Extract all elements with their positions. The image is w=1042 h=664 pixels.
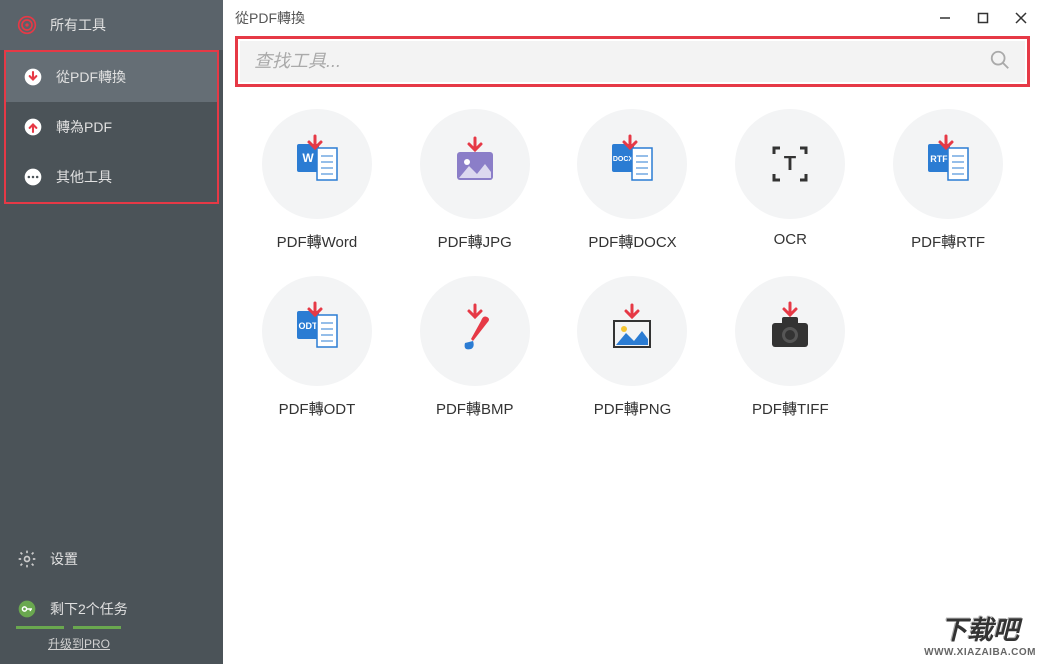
main-panel: 從PDF轉換 W	[223, 0, 1042, 664]
tool-ocr[interactable]: T OCR	[716, 109, 864, 252]
sidebar-item-to-pdf[interactable]: 轉為PDF	[6, 102, 217, 152]
tool-label: PDF轉TIFF	[752, 398, 829, 419]
gear-icon	[16, 548, 38, 570]
tool-pdf-to-odt[interactable]: ODT PDF轉ODT	[243, 276, 391, 419]
docx-doc-icon: DOCX	[602, 134, 662, 194]
sidebar-item-label: 其他工具	[56, 167, 112, 187]
watermark-text: 下载吧	[924, 610, 1036, 647]
sidebar-item-from-pdf[interactable]: 從PDF轉換	[6, 52, 217, 102]
search-icon[interactable]	[989, 49, 1011, 74]
sidebar: 所有工具 從PDF轉換 轉為PDF	[0, 0, 223, 664]
minimize-button[interactable]	[936, 9, 954, 27]
spiral-icon	[16, 14, 38, 36]
tool-pdf-to-jpg[interactable]: PDF轉JPG	[401, 109, 549, 252]
word-doc-icon: W	[287, 134, 347, 194]
tool-pdf-to-word[interactable]: W PDF轉Word	[243, 109, 391, 252]
tools-grid: W PDF轉Word PDF轉JPG	[223, 99, 1042, 429]
maximize-button[interactable]	[974, 9, 992, 27]
svg-text:ODT: ODT	[298, 321, 318, 331]
arrow-up-circle-icon	[22, 116, 44, 138]
image-icon	[445, 134, 505, 194]
sidebar-item-tasks[interactable]: 剩下2个任务	[0, 584, 223, 626]
ocr-icon: T	[760, 134, 820, 194]
upgrade-pro-link[interactable]: 升级到PRO	[0, 629, 223, 656]
tasks-progress-bar	[16, 626, 207, 629]
sidebar-item-label: 所有工具	[50, 15, 106, 35]
picture-icon	[602, 301, 662, 361]
search-highlight-box	[235, 36, 1030, 87]
tool-label: PDF轉DOCX	[588, 231, 676, 252]
settings-label: 设置	[50, 549, 78, 569]
sidebar-item-other-tools[interactable]: 其他工具	[6, 152, 217, 202]
svg-text:T: T	[784, 153, 796, 175]
tasks-label: 剩下2个任务	[50, 599, 128, 619]
sidebar-item-label: 從PDF轉換	[56, 67, 126, 87]
camera-icon	[760, 301, 820, 361]
rtf-doc-icon: RTF	[918, 134, 978, 194]
tool-pdf-to-tiff[interactable]: PDF轉TIFF	[716, 276, 864, 419]
sidebar-item-label: 轉為PDF	[56, 117, 112, 137]
search-input[interactable]	[254, 51, 989, 72]
tool-pdf-to-rtf[interactable]: RTF PDF轉RTF	[874, 109, 1022, 252]
sidebar-highlight-box: 從PDF轉換 轉為PDF 其他工具	[4, 50, 219, 204]
brush-icon	[445, 301, 505, 361]
tool-label: PDF轉ODT	[279, 398, 356, 419]
tool-label: PDF轉JPG	[438, 231, 512, 252]
sidebar-item-all-tools[interactable]: 所有工具	[0, 0, 223, 50]
odt-doc-icon: ODT	[287, 301, 347, 361]
tool-pdf-to-docx[interactable]: DOCX PDF轉DOCX	[559, 109, 707, 252]
key-circle-icon	[16, 598, 38, 620]
sidebar-item-settings[interactable]: 设置	[0, 534, 223, 584]
tool-label: PDF轉PNG	[594, 398, 672, 419]
arrow-down-circle-icon	[22, 66, 44, 88]
ellipsis-circle-icon	[22, 166, 44, 188]
titlebar: 從PDF轉換	[223, 0, 1042, 36]
close-button[interactable]	[1012, 9, 1030, 27]
svg-text:RTF: RTF	[930, 154, 948, 164]
tool-label: PDF轉BMP	[436, 398, 514, 419]
tool-label: PDF轉Word	[277, 231, 358, 252]
tool-label: PDF轉RTF	[911, 231, 985, 252]
tool-pdf-to-bmp[interactable]: PDF轉BMP	[401, 276, 549, 419]
tool-label: OCR	[774, 231, 807, 248]
watermark-url: WWW.XIAZAIBA.COM	[924, 647, 1036, 658]
svg-text:W: W	[302, 151, 314, 165]
tool-pdf-to-png[interactable]: PDF轉PNG	[559, 276, 707, 419]
watermark: 下载吧 WWW.XIAZAIBA.COM	[924, 610, 1036, 658]
svg-text:DOCX: DOCX	[613, 156, 634, 163]
window-title: 從PDF轉換	[235, 8, 305, 28]
